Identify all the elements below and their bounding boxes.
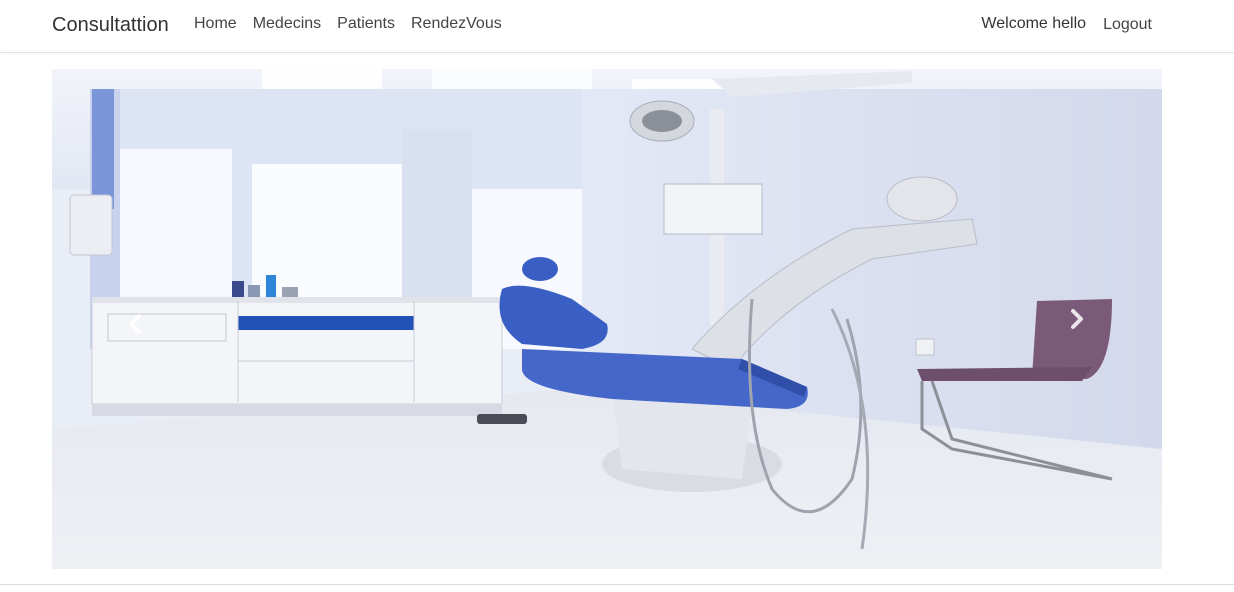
footer-divider xyxy=(0,584,1234,585)
carousel-prev-button[interactable] xyxy=(120,304,150,344)
logout-link[interactable]: Logout xyxy=(1103,15,1152,35)
carousel-next-button[interactable] xyxy=(1062,299,1092,339)
chevron-right-icon xyxy=(1071,309,1083,329)
nav-home-link[interactable]: Home xyxy=(194,14,237,34)
nav-patients-link[interactable]: Patients xyxy=(337,14,395,34)
chevron-left-icon xyxy=(129,314,141,334)
nav-rendezvous-link[interactable]: RendezVous xyxy=(411,14,502,34)
dental-office-image xyxy=(52,69,1162,569)
image-carousel xyxy=(52,69,1162,569)
brand-link[interactable]: Consultattion xyxy=(52,12,169,38)
nav-links: Home Medecins Patients RendezVous xyxy=(194,14,518,34)
nav-medecins-link[interactable]: Medecins xyxy=(253,14,321,34)
welcome-text: Welcome hello xyxy=(981,15,1087,32)
top-navbar: Consultattion Home Medecins Patients Ren… xyxy=(0,0,1234,53)
nav-user-area: Welcome hello Logout xyxy=(981,13,1152,35)
